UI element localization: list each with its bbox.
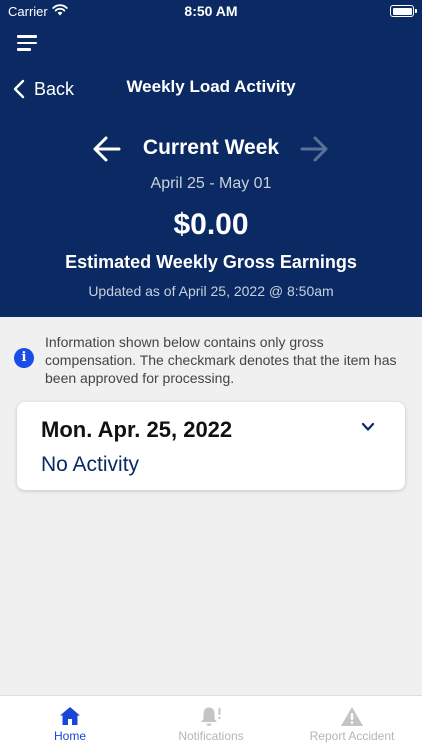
earnings-amount: $0.00 — [173, 208, 249, 241]
home-icon — [60, 707, 80, 725]
week-label: Current Week — [142, 136, 280, 159]
day-date: Mon. Apr. 25, 2022 — [41, 417, 233, 442]
tab-home-label: Home — [53, 729, 86, 743]
updated-timestamp: Updated as of April 25, 2022 @ 8:50am — [88, 283, 334, 299]
page-title: Weekly Load Activity — [126, 77, 296, 96]
tab-home[interactable]: Home — [0, 696, 140, 750]
status-bar: Carrier 8:50 AM — [0, 0, 422, 22]
day-card[interactable]: Mon. Apr. 25, 2022 No Activity — [17, 402, 405, 490]
chevron-down-icon[interactable] — [361, 422, 375, 432]
tab-report-accident[interactable]: Report Accident — [282, 696, 422, 750]
tab-notifications-label: Notifications — [178, 729, 244, 743]
info-icon: i — [14, 348, 34, 368]
earnings-label: Estimated Weekly Gross Earnings — [65, 252, 357, 272]
header: Carrier 8:50 AM Back Weekly Load Activit… — [0, 0, 422, 317]
warning-icon — [341, 707, 363, 726]
menu-icon[interactable] — [17, 35, 37, 51]
day-status: No Activity — [41, 453, 140, 476]
battery-icon — [390, 5, 417, 17]
info-text: Information shown below contains only gr… — [45, 334, 397, 386]
status-time: 8:50 AM — [184, 3, 238, 19]
week-range: April 25 - May 01 — [150, 175, 272, 192]
tab-notifications[interactable]: Notifications — [141, 696, 281, 750]
bell-icon — [201, 707, 221, 726]
tab-report-accident-label: Report Accident — [309, 729, 395, 743]
tab-bar: Home Notifications Report Accident — [0, 695, 422, 750]
arrow-right-icon — [300, 136, 328, 162]
